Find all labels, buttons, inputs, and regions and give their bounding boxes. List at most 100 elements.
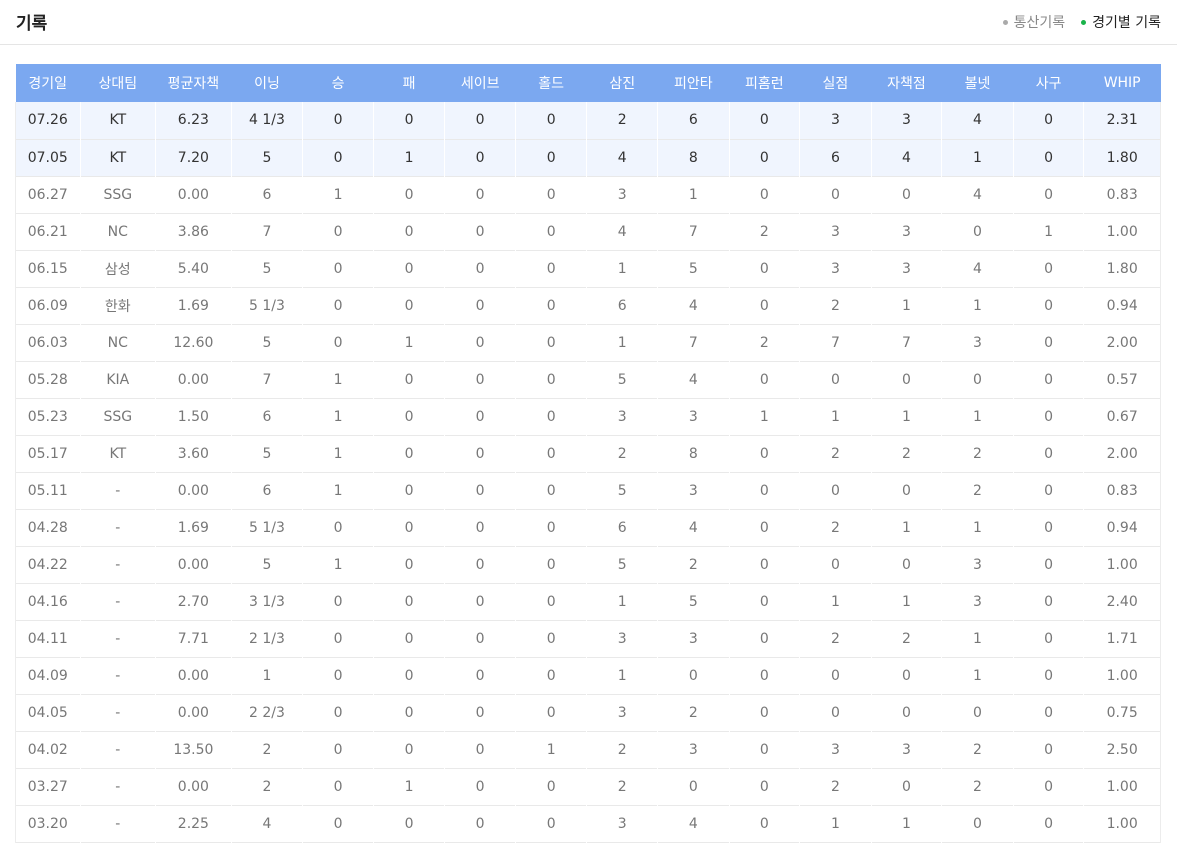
table-cell: 1.80 [1083,139,1161,176]
table-cell: 1.00 [1083,768,1161,805]
table-cell: 0 [799,657,872,694]
table-cell: 0.94 [1083,287,1161,324]
tab-game-record[interactable]: 경기별 기록 [1081,12,1161,32]
table-cell: 1 [302,435,374,472]
table-cell: 5 1/3 [230,287,303,324]
table-cell: 0 [1012,435,1084,472]
table-cell: 1 [941,620,1014,657]
table-cell: 1 [586,250,658,287]
table-cell: 1 [586,583,658,620]
table-cell: 5 [657,250,730,287]
table-cell: 3 [870,102,942,139]
table-cell: 0 [870,694,942,731]
table-cell: 0 [728,435,800,472]
table-cell: 2.00 [1083,435,1161,472]
table-cell: 0 [728,546,800,583]
table-cell: 13.50 [155,731,232,768]
table-cell: 1 [941,287,1014,324]
tab-career-record[interactable]: 통산기록 [1002,12,1065,32]
table-cell: 0 [799,176,872,213]
table-cell: 0 [444,139,516,176]
table-cell: 1.50 [155,398,232,435]
table-cell: 0 [444,472,516,509]
table-cell: 3 [586,620,658,657]
table-cell: 0 [514,583,587,620]
table-cell: 1 [870,509,942,546]
table-cell: 0 [444,546,516,583]
table-cell: 2 [799,509,872,546]
table-cell: 6 [586,287,658,324]
table-cell: 3 [657,731,730,768]
table-row: 04.02-13.50 2 0 0 0 1 2 3 0 3 3 2 0 2.50 [15,731,1161,768]
table-cell: NC [79,213,156,250]
table-cell: 0 [728,731,800,768]
table-cell: 0 [302,657,374,694]
table-cell: - [79,768,156,805]
table-cell: 0 [302,694,374,731]
table-row: 06.09 한화 1.69 5 1/3 0 0 0 0 6 4 0 2 1 1 0 0.94 [15,287,1161,324]
table-cell: 0 [1012,361,1084,398]
table-cell: 1.71 [1083,620,1161,657]
table-row: 04.05-0.00 2 2/3 0 0 0 0 3 2 0 0 0 0 0 0.75 [15,694,1161,731]
table-cell: 2.70 [155,583,232,620]
table-cell: - [79,694,156,731]
table-cell: 0.75 [1083,694,1161,731]
table-cell: 0 [372,176,445,213]
table-cell: 4 [657,509,730,546]
table-cell: KT [79,435,156,472]
table-cell: 4 [586,213,658,250]
table-cell: 0 [1012,139,1084,176]
table-cell: 2 [941,731,1014,768]
table-cell: 0 [1012,250,1084,287]
table-cell: 0 [870,176,942,213]
table-cell: 6 [799,139,872,176]
table-cell: 7 [799,324,872,361]
column-header: 패 [402,76,416,92]
table-row: 04.28-1.69 5 1/3 0 0 0 0 6 4 0 2 1 1 0 0.94 [15,509,1161,546]
table-cell: 2 [870,620,942,657]
table-cell: 1 [799,583,872,620]
table-cell: 0 [1012,398,1084,435]
table-cell: 1 [941,398,1014,435]
table-cell: 3 [799,250,872,287]
table-cell: 2 2/3 [230,694,303,731]
table-cell: 0 [514,324,587,361]
table-cell: - [79,509,156,546]
table-cell: 0 [372,546,445,583]
table-cell: 6 [230,472,303,509]
table-cell: 0 [444,657,516,694]
view-tabs: 통산기록 경기별 기록 [1002,12,1161,32]
table-cell: 3 [941,546,1014,583]
table-cell: 1 [1012,213,1084,250]
column-header: 자책점 [887,76,926,92]
column-header: 실점 [822,76,849,92]
table-cell: 0 [372,694,445,731]
table-cell: 0 [444,731,516,768]
table-cell: 0 [728,657,800,694]
table-cell: 0 [302,250,374,287]
table-cell: 1 [941,509,1014,546]
table-cell: 1 [941,657,1014,694]
table-cell: 0 [799,546,872,583]
table-cell: 03.20 [15,805,80,842]
table-cell: 0 [1012,176,1084,213]
column-header: 삼진 [609,76,636,92]
tab-label: 경기별 기록 [1092,15,1161,31]
game-log-table: 경기일 상대팀 평균자책 이닝 승 패 세이브 홀드 삼진 피안타 피홈런 실점 자책점 볼넷 사구 WHIP… [15,64,1161,843]
table-cell: 7 [230,213,303,250]
table-cell: 0 [444,213,516,250]
table-cell: 3 [586,398,658,435]
table-cell: SSG [79,398,156,435]
table-row: 06.15 삼성 5.40 5 0 0 0 0 1 5 0 3 3 4 0 1.80 [15,250,1161,287]
table-row: 05.28 KIA 0.00 7 1 0 0 0 5 4 0 0 0 0 0 0.57 [15,361,1161,398]
table-cell: 1 [870,583,942,620]
table-cell: 0 [941,805,1014,842]
table-cell: 0 [372,287,445,324]
table-cell: 0 [444,768,516,805]
table-cell: 6 [230,398,303,435]
table-cell: 0 [372,657,445,694]
table-cell: 06.09 [15,287,80,324]
table-cell: 0 [941,213,1014,250]
table-cell: 6 [586,509,658,546]
table-cell: 0 [444,805,516,842]
